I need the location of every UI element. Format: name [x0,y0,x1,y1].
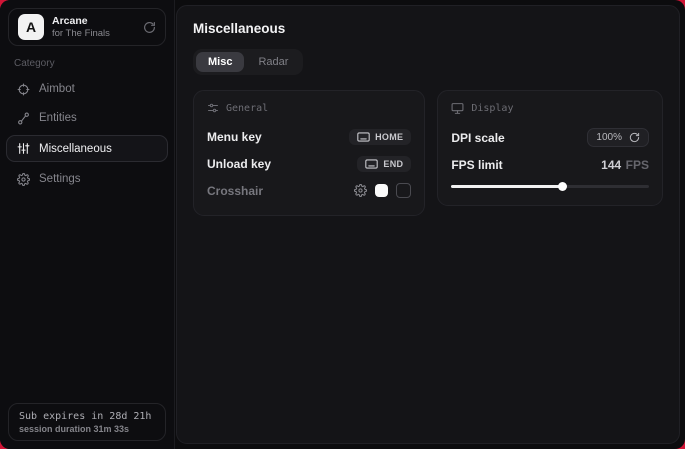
refresh-icon[interactable] [143,21,156,34]
sidebar-item-label: Aimbot [39,83,75,95]
dpi-scale-row: DPI scale 100% [451,126,649,149]
sidebar: A Arcane for The Finals Category Aimbot [0,0,175,449]
app-subtitle: for The Finals [52,28,135,39]
logo-card: A Arcane for The Finals [8,8,166,46]
avatar: A [18,14,44,40]
subscription-card: Sub expires in 28d 21h session duration … [8,403,166,441]
display-card-header: Display [451,102,649,115]
refresh-icon[interactable] [629,132,640,143]
fps-limit-value: 144 FPS [601,156,649,174]
keyboard-icon [365,159,378,169]
gear-icon [16,173,30,186]
dpi-scale-control[interactable]: 100% [587,128,649,147]
unload-key-row: Unload key END [207,152,411,175]
tab-misc[interactable]: Misc [196,52,244,72]
app-title: Arcane [52,15,135,28]
unload-key-label: Unload key [207,157,271,171]
crosshair-color-swatch[interactable] [375,184,388,197]
tab-radar[interactable]: Radar [246,52,300,72]
keyboard-icon [357,132,370,142]
fps-limit-label: FPS limit [451,158,502,172]
dpi-scale-label: DPI scale [451,131,504,145]
tab-bar: Misc Radar [193,49,303,75]
unload-key-bind[interactable]: END [357,156,411,172]
sidebar-item-settings[interactable]: Settings [6,165,168,193]
sidebar-item-miscellaneous[interactable]: Miscellaneous [6,135,168,162]
general-card: General Menu key HOME Unload key [193,90,425,216]
settings-cards: General Menu key HOME Unload key [193,90,663,216]
main-panel: Miscellaneous Misc Radar General Menu ke… [176,5,680,444]
slider-thumb[interactable] [558,182,567,191]
crosshair-toggle-checkbox[interactable] [396,183,411,198]
crosshair-controls [354,183,411,198]
sidebar-item-label: Miscellaneous [39,143,112,155]
general-card-title: General [226,103,268,114]
sidebar-item-entities[interactable]: Entities [6,104,168,132]
dpi-scale-value: 100% [596,132,622,143]
category-label: Category [14,58,160,69]
crosshair-icon [16,83,30,96]
sidebar-item-label: Settings [39,173,81,185]
sidebar-item-aimbot[interactable]: Aimbot [6,75,168,103]
entities-icon [16,112,30,125]
sidebar-nav: Aimbot Entities Miscellaneous [0,75,174,193]
page-title: Miscellaneous [193,21,663,36]
crosshair-settings-gear-icon[interactable] [354,184,367,197]
slider-fill [451,185,562,188]
crosshair-row: Crosshair [207,179,411,202]
general-icon [207,102,219,114]
app-window: A Arcane for The Finals Category Aimbot [0,0,685,449]
menu-key-bind[interactable]: HOME [349,129,411,145]
general-card-header: General [207,102,411,114]
monitor-icon [451,102,464,115]
sliders-icon [16,142,30,155]
display-card: Display DPI scale 100% FPS limit [437,90,663,206]
crosshair-label: Crosshair [207,184,263,198]
sub-expires-text: Sub expires in 28d 21h [19,411,155,422]
session-duration-text: session duration 31m 33s [19,424,155,434]
menu-key-label: Menu key [207,130,262,144]
sidebar-item-label: Entities [39,112,77,124]
fps-limit-row: FPS limit 144 FPS [451,153,649,176]
menu-key-value: HOME [375,132,403,142]
fps-limit-slider[interactable] [451,180,649,192]
display-card-title: Display [471,103,513,114]
unload-key-value: END [383,159,403,169]
menu-key-row: Menu key HOME [207,125,411,148]
logo-text: Arcane for The Finals [52,15,135,39]
